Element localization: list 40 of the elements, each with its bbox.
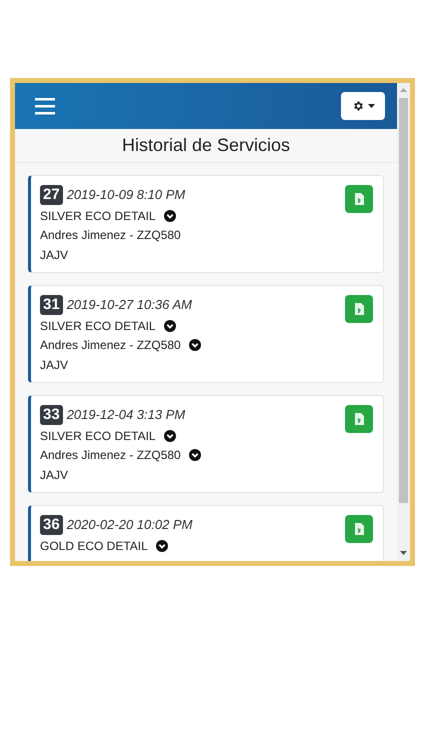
document-icon — [354, 523, 364, 535]
scrollbar[interactable] — [397, 83, 410, 561]
invoice-button[interactable] — [345, 405, 373, 433]
chevron-down-icon[interactable] — [188, 339, 201, 351]
service-date: 2020-02-20 10:02 PM — [66, 516, 192, 534]
chevron-down-icon[interactable] — [164, 210, 176, 222]
page-title: Historial de Servicios — [122, 134, 290, 157]
settings-button[interactable] — [341, 92, 385, 120]
staff-code: JAJV — [40, 357, 70, 374]
invoice-button[interactable] — [345, 515, 373, 543]
chevron-down-icon[interactable] — [156, 540, 168, 552]
chevron-down-icon[interactable] — [164, 320, 176, 332]
staff-code: JAJV — [40, 247, 70, 264]
service-date: 2019-10-09 8:10 PM — [66, 186, 186, 204]
invoice-button[interactable] — [345, 185, 373, 213]
document-icon — [354, 193, 364, 205]
scrollbar-thumb[interactable] — [399, 98, 408, 503]
service-number: 27 — [40, 185, 63, 205]
service-date: 2019-10-27 10:36 AM — [66, 296, 192, 314]
settings-icon — [352, 100, 364, 112]
service-date: 2019-12-04 3:13 PM — [66, 406, 186, 424]
customer-plate: Andres Jimenez - ZZQ580 — [40, 227, 181, 244]
service-name: SILVER ECO DETAIL — [40, 318, 156, 335]
customer-plate: Andres Jimenez - ZZQ580 — [40, 447, 181, 464]
scroll-down-icon[interactable] — [400, 551, 407, 555]
service-name: SILVER ECO DETAIL — [40, 208, 156, 225]
service-name: SILVER ECO DETAIL — [40, 428, 156, 445]
service-number: 33 — [40, 405, 63, 425]
chevron-down-icon[interactable] — [188, 449, 201, 461]
document-icon — [354, 413, 364, 425]
invoice-button[interactable] — [345, 295, 373, 323]
caret-icon — [368, 104, 374, 108]
staff-code: JAJV — [40, 467, 70, 484]
service-name: GOLD ECO DETAIL — [40, 538, 148, 555]
chevron-down-icon[interactable] — [164, 430, 176, 442]
service-number: 36 — [40, 515, 63, 535]
menu-icon[interactable] — [35, 98, 55, 114]
service-number: 31 — [40, 295, 63, 315]
document-icon — [354, 303, 364, 315]
customer-plate: Andres Jimenez - ZZQ580 — [40, 337, 181, 354]
